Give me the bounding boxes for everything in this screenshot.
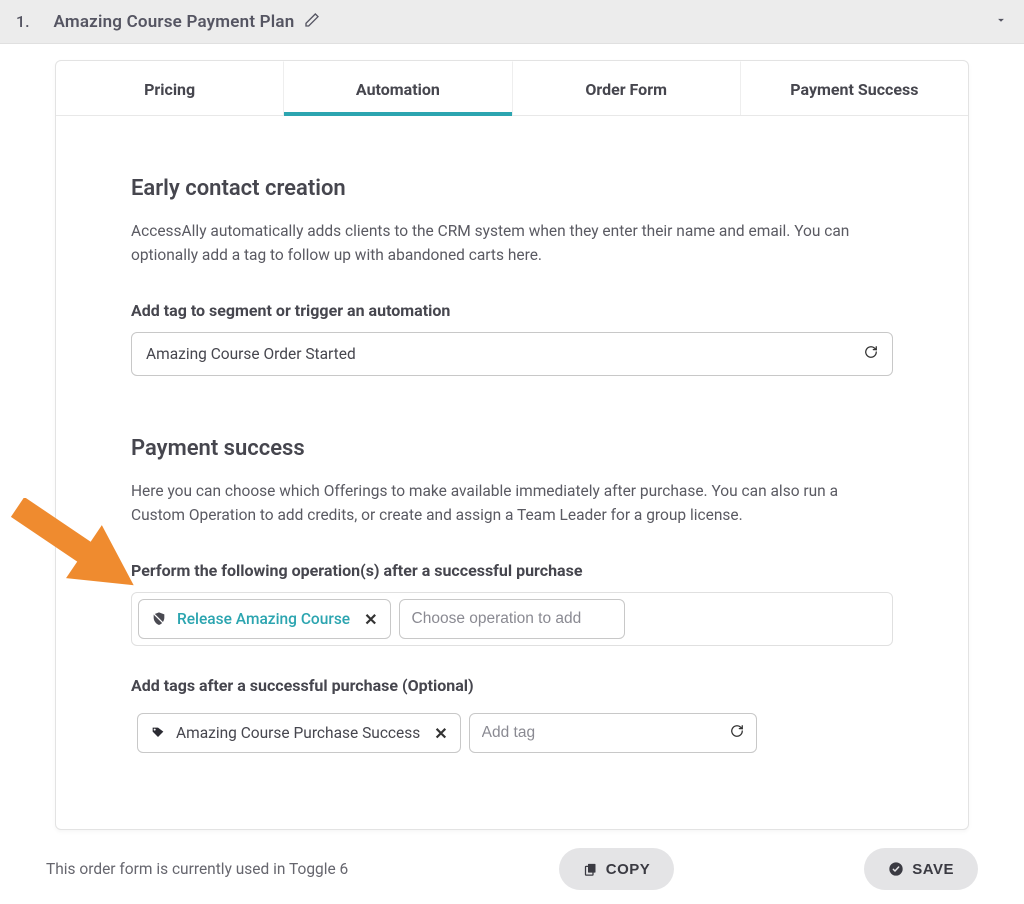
tag-input-field[interactable]: [482, 724, 682, 742]
copy-button-label: COPY: [606, 861, 651, 878]
tab-order-form[interactable]: Order Form: [513, 61, 741, 115]
operations-box: Release Amazing Course ✕: [131, 592, 893, 646]
refresh-icon[interactable]: [864, 345, 878, 363]
tag-select[interactable]: Amazing Course Order Started: [131, 332, 893, 376]
tags-row: Amazing Course Purchase Success ✕: [131, 707, 893, 759]
tab-pricing[interactable]: Pricing: [56, 61, 284, 115]
tab-automation[interactable]: Automation: [284, 61, 512, 115]
ops-label: Perform the following operation(s) after…: [131, 561, 893, 580]
operation-input[interactable]: [399, 599, 625, 639]
close-icon[interactable]: ✕: [364, 610, 377, 629]
check-circle-icon: [888, 861, 904, 877]
plan-title: Amazing Course Payment Plan: [54, 12, 295, 32]
card-body: Early contact creation AccessAlly automa…: [56, 116, 968, 829]
edit-icon[interactable]: [304, 12, 320, 32]
early-contact-desc: AccessAlly automatically adds clients to…: [131, 219, 893, 267]
operation-chip[interactable]: Release Amazing Course ✕: [138, 599, 391, 639]
operation-chip-text: Release Amazing Course: [177, 610, 350, 628]
payment-success-desc: Here you can choose which Offerings to m…: [131, 479, 893, 527]
early-contact-title: Early contact creation: [131, 176, 893, 201]
plan-header: 1. Amazing Course Payment Plan: [0, 0, 1024, 44]
settings-card: Pricing Automation Order Form Payment Su…: [55, 60, 969, 830]
tag-icon: [150, 725, 166, 741]
footer: This order form is currently used in Tog…: [0, 848, 1024, 890]
tag-chip-text: Amazing Course Purchase Success: [176, 724, 420, 742]
refresh-icon[interactable]: [730, 724, 744, 742]
save-button[interactable]: SAVE: [864, 848, 978, 890]
shield-icon: [151, 611, 167, 627]
tag-select-value: Amazing Course Order Started: [146, 345, 864, 363]
collapse-caret-icon[interactable]: [994, 13, 1008, 31]
operation-input-field[interactable]: [412, 610, 612, 628]
tabs: Pricing Automation Order Form Payment Su…: [56, 61, 968, 116]
payment-success-title: Payment success: [131, 436, 893, 461]
tab-payment-success[interactable]: Payment Success: [741, 61, 968, 115]
copy-icon: [583, 862, 598, 877]
tag-field-label: Add tag to segment or trigger an automat…: [131, 301, 893, 320]
tag-chip[interactable]: Amazing Course Purchase Success ✕: [137, 713, 461, 753]
tags-label: Add tags after a successful purchase (Op…: [131, 676, 893, 695]
copy-button[interactable]: COPY: [559, 848, 675, 890]
save-button-label: SAVE: [912, 861, 954, 878]
footer-text: This order form is currently used in Tog…: [46, 860, 348, 878]
tag-input[interactable]: [469, 713, 757, 753]
close-icon[interactable]: ✕: [434, 724, 447, 743]
plan-number: 1.: [16, 12, 30, 31]
